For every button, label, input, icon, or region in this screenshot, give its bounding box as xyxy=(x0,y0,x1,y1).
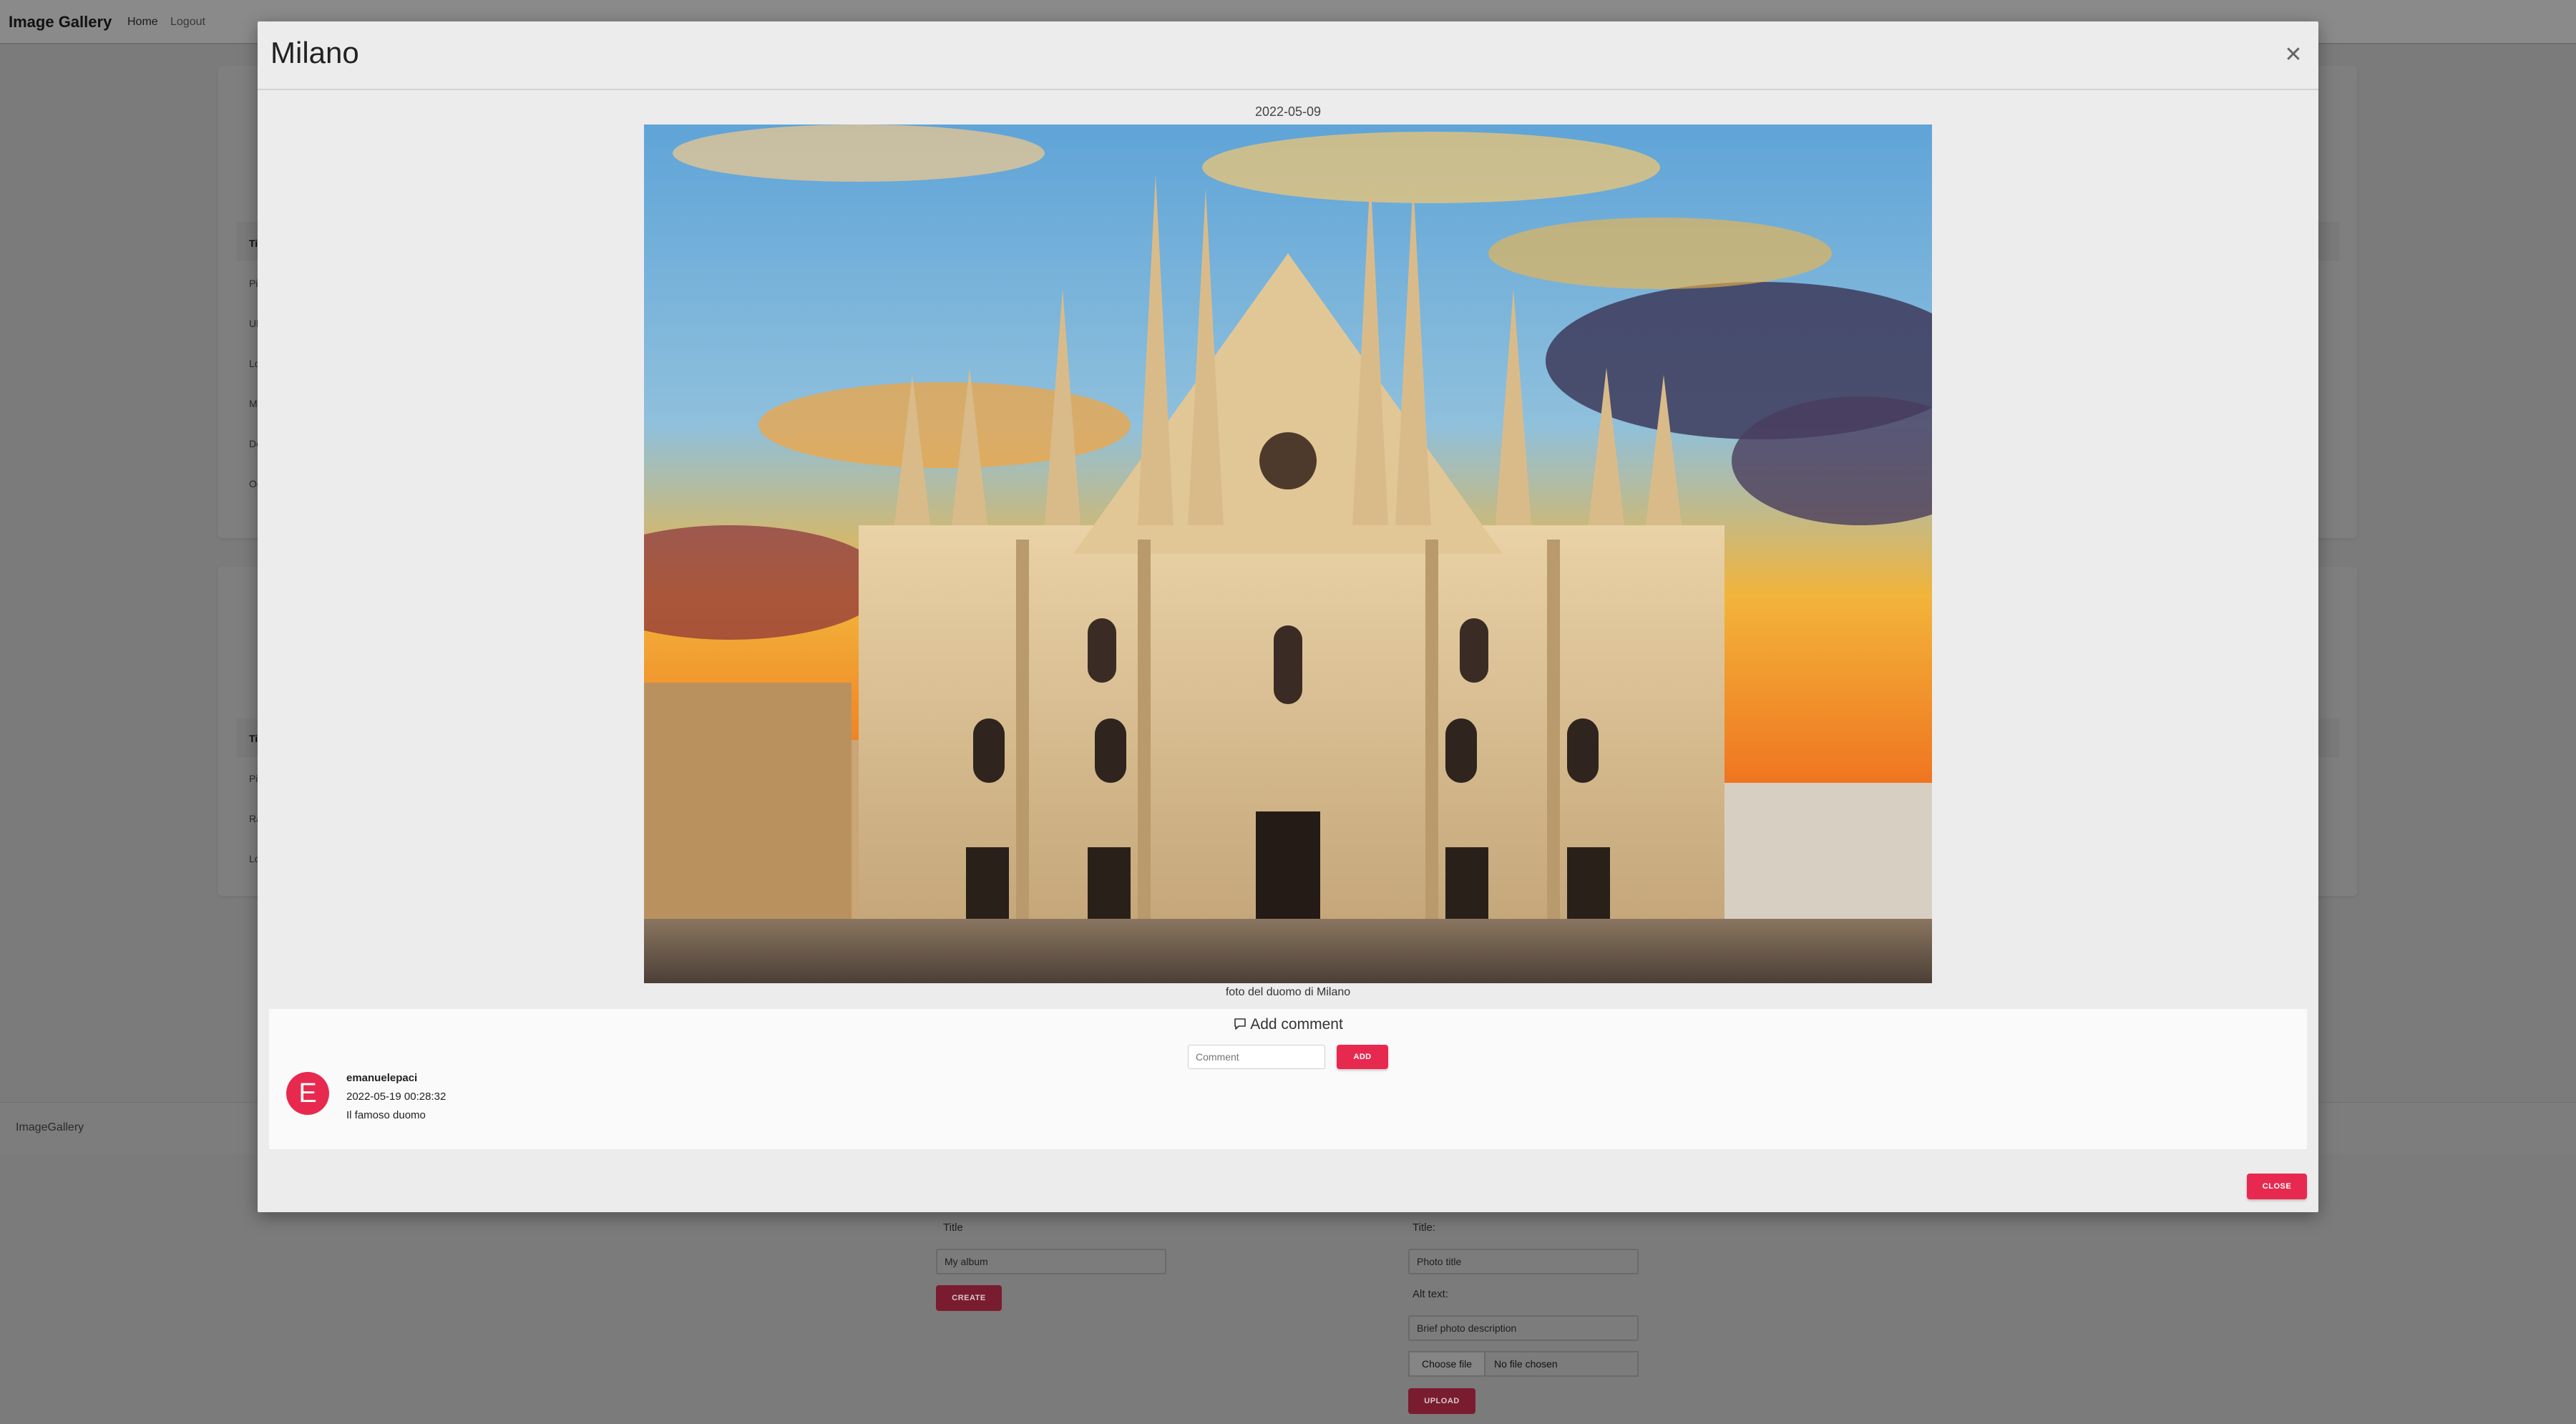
close-modal-button[interactable]: CLOSE xyxy=(2247,1174,2307,1199)
upload-button[interactable]: UPLOAD xyxy=(1408,1388,1475,1414)
modal-title: Milano xyxy=(270,36,359,69)
add-comment-label: Add comment xyxy=(1250,1016,1343,1033)
table-cell: Pi xyxy=(249,278,258,289)
comment-icon xyxy=(1233,1017,1247,1035)
comment-input[interactable] xyxy=(1188,1045,1325,1069)
nav-home-link[interactable]: Home xyxy=(127,16,158,29)
comments-section: Add comment ADD E emanuelepaci 2022-05-1… xyxy=(269,1009,2307,1149)
photo-modal: Milano ✕ 2022-05-09 foto del duomo di Mi… xyxy=(258,21,2318,1212)
album-title-label: Title xyxy=(943,1221,963,1234)
album-title-input[interactable]: My album xyxy=(936,1249,1166,1274)
choose-file-button[interactable]: Choose file xyxy=(1410,1352,1485,1375)
photo-title-input[interactable]: Photo title xyxy=(1408,1249,1639,1274)
alt-text-input[interactable]: Brief photo description xyxy=(1408,1315,1639,1341)
photo-title-label: Title: xyxy=(1413,1221,1435,1234)
comment-username: emanuelepaci xyxy=(346,1072,418,1084)
photo-image xyxy=(644,125,1932,983)
add-comment-button[interactable]: ADD xyxy=(1337,1045,1388,1069)
file-input[interactable]: Choose file No file chosen xyxy=(1408,1351,1639,1377)
modal-header: Milano ✕ xyxy=(258,21,2318,90)
alt-text-label: Alt text: xyxy=(1413,1288,1449,1300)
file-status: No file chosen xyxy=(1494,1358,1558,1370)
close-icon[interactable]: ✕ xyxy=(2283,44,2304,66)
comment-timestamp: 2022-05-19 00:28:32 xyxy=(346,1091,447,1103)
brand-logo[interactable]: Image Gallery xyxy=(9,13,112,31)
table-cell: Ti xyxy=(249,238,258,249)
comment-text: Il famoso duomo xyxy=(346,1109,426,1121)
photo-caption: foto del duomo di Milano xyxy=(1225,986,1351,998)
table-cell: M xyxy=(249,398,258,409)
table-cell: Ti xyxy=(249,733,258,744)
add-comment-heading: Add comment xyxy=(269,1016,2307,1035)
photo-date: 2022-05-09 xyxy=(1254,104,1322,119)
footer-brand: ImageGallery xyxy=(16,1121,84,1133)
avatar: E xyxy=(286,1072,329,1115)
create-album-button[interactable]: CREATE xyxy=(936,1285,1002,1311)
table-cell: Pi xyxy=(249,773,258,784)
nav-logout-link[interactable]: Logout xyxy=(170,16,205,29)
